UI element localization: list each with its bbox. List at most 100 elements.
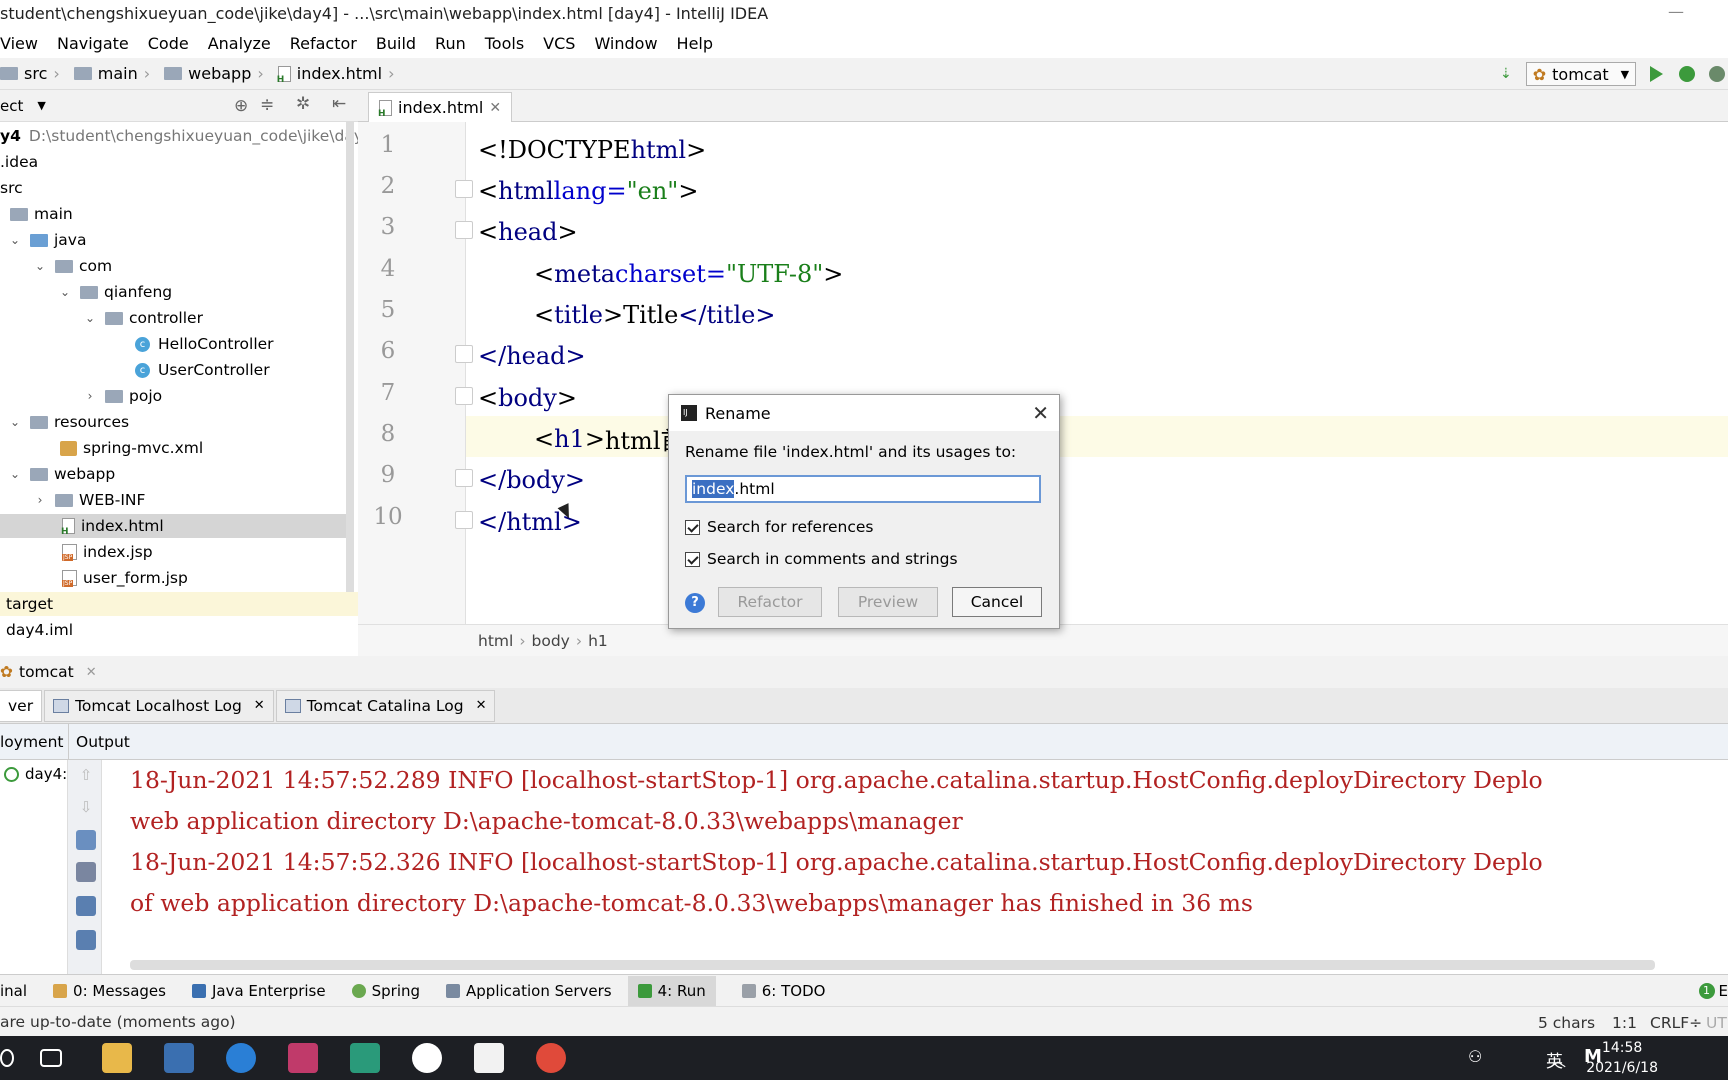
close-icon[interactable]: ✕ (489, 100, 501, 116)
project-scrollbar[interactable] (346, 122, 354, 592)
menu-vcs[interactable]: VCS (543, 34, 575, 53)
chevron-right-icon[interactable]: › (83, 389, 97, 403)
minimize-icon[interactable]: — (1668, 2, 1684, 21)
search-comments-checkbox[interactable]: Search in comments and strings (685, 550, 958, 568)
cancel-button[interactable]: Cancel (952, 587, 1042, 617)
tree-root[interactable]: y4 D:\student\chengshixueyuan_code\jike\d… (0, 124, 358, 148)
sort-icon[interactable]: ⇣ (1500, 66, 1512, 82)
deployment-item[interactable]: day4: (4, 762, 67, 786)
tree-item-web-inf[interactable]: › WEB-INF (33, 488, 146, 512)
tree-item-java[interactable]: ⌄ java (8, 228, 87, 252)
tree-item-webapp[interactable]: ⌄ webapp (8, 462, 115, 486)
fold-marker-icon[interactable] (455, 511, 473, 529)
trash-icon[interactable] (76, 930, 96, 950)
checkbox-checked-icon[interactable] (685, 519, 700, 535)
run-icon[interactable] (1650, 66, 1664, 82)
search-references-checkbox[interactable]: Search for references (685, 518, 874, 536)
nav-crumb-index-html[interactable]: index.html› (277, 64, 401, 85)
chrome-icon[interactable] (536, 1043, 566, 1073)
tool-spring[interactable]: Spring (351, 982, 420, 1000)
menu-refactor[interactable]: Refactor (290, 34, 357, 53)
menu-analyze[interactable]: Analyze (208, 34, 271, 53)
chevron-down-icon[interactable]: ⌄ (8, 233, 22, 247)
close-icon[interactable]: ✕ (476, 698, 487, 713)
gear-icon[interactable]: ✲ (296, 94, 310, 114)
close-icon[interactable]: ✕ (254, 698, 265, 713)
chevron-down-icon[interactable]: ⌄ (8, 415, 22, 429)
chevron-down-icon[interactable]: ▼ (37, 99, 45, 112)
debug-icon[interactable] (1679, 66, 1696, 82)
tab-index-html[interactable]: index.html✕ (368, 92, 513, 122)
tree-item-index-jsp[interactable]: index.jsp (62, 540, 153, 564)
store-icon[interactable] (164, 1043, 194, 1073)
breadcrumb-html[interactable]: html (478, 632, 513, 650)
tool-java-enterprise[interactable]: Java Enterprise (191, 982, 326, 1000)
intellij-icon[interactable] (288, 1043, 318, 1073)
tab-server[interactable]: ver (0, 689, 43, 722)
tree-item-resources[interactable]: ⌄ resources (8, 410, 129, 434)
tree-item-user-form-jsp[interactable]: user_form.jsp (62, 566, 188, 590)
tree-item-index-html[interactable]: index.html (0, 514, 346, 538)
search-icon[interactable] (0, 1049, 14, 1067)
nav-crumb-main[interactable]: main › (73, 64, 156, 83)
tab-tomcat-catalina-log[interactable]: Tomcat Catalina Log ✕ (275, 689, 496, 722)
fold-marker-icon[interactable] (455, 387, 473, 405)
tool-todo[interactable]: 6: TODO (741, 982, 825, 1000)
close-icon[interactable]: ✕ (1032, 401, 1049, 425)
print-icon[interactable] (76, 896, 96, 916)
hide-panel-icon[interactable]: ⇤ (332, 94, 346, 114)
chevron-down-icon[interactable]: ⌄ (83, 311, 97, 325)
tree-item-target[interactable]: target (0, 592, 358, 616)
event-log[interactable]: 1E (1698, 982, 1728, 1000)
menu-code[interactable]: Code (148, 34, 189, 53)
preview-button[interactable]: Preview (838, 587, 938, 617)
up-arrow-icon[interactable]: ⇧ (76, 766, 96, 786)
fold-marker-icon[interactable] (455, 180, 473, 198)
nav-crumb-webapp[interactable]: webapp › (164, 64, 270, 83)
new-name-input[interactable]: index .html (685, 475, 1041, 503)
soft-wrap-icon[interactable] (76, 830, 96, 850)
tool-terminal[interactable]: inal (0, 982, 27, 1000)
caret-position[interactable]: 1:1 (1612, 1014, 1637, 1032)
menu-window[interactable]: Window (594, 34, 657, 53)
collapse-all-icon[interactable]: ≑ (260, 95, 274, 115)
tree-item-src[interactable]: src (0, 176, 23, 200)
checkbox-checked-icon[interactable] (685, 551, 700, 567)
menu-run[interactable]: Run (435, 34, 466, 53)
scroll-to-end-icon[interactable] (76, 862, 96, 882)
tree-item-spring-mvc-xml[interactable]: spring-mvc.xml (60, 436, 203, 460)
menu-view[interactable]: View (0, 34, 38, 53)
tool-run[interactable]: 4: Run (627, 975, 716, 1006)
run-config-select[interactable]: ✿ tomcat ▼ (1525, 62, 1637, 86)
tree-item-controller[interactable]: ⌄ controller (83, 306, 203, 330)
coverage-icon[interactable] (1709, 66, 1726, 82)
locate-icon[interactable]: ⊕ (234, 96, 248, 116)
task-view-icon[interactable] (40, 1049, 62, 1067)
fold-marker-icon[interactable] (455, 345, 473, 363)
line-separator[interactable]: CRLF÷ (1650, 1014, 1702, 1032)
ime-indicator[interactable]: 英 (1546, 1047, 1563, 1072)
refactor-button[interactable]: Refactor (718, 587, 822, 617)
encoding[interactable]: UT (1706, 1014, 1727, 1032)
app-icon[interactable] (412, 1043, 442, 1073)
typora-icon[interactable] (474, 1043, 504, 1073)
tree-item-pojo[interactable]: › pojo (83, 384, 163, 408)
menu-navigate[interactable]: Navigate (57, 34, 129, 53)
tree-item-day4-iml[interactable]: day4.iml (6, 618, 73, 642)
tree-item-qianfeng[interactable]: ⌄ qianfeng (58, 280, 172, 304)
chevron-down-icon[interactable]: ⌄ (8, 467, 22, 481)
tool-messages[interactable]: 0: Messages (53, 982, 166, 1000)
nav-crumb-src[interactable]: src › (0, 64, 66, 83)
console-output[interactable]: 18-Jun-2021 14:57:52.289 INFO [localhost… (102, 760, 1728, 960)
chevron-right-icon[interactable]: › (33, 493, 47, 507)
tree-item-usercontroller[interactable]: c UserController (135, 358, 270, 382)
fold-marker-icon[interactable] (455, 221, 473, 239)
tree-item-hellocontroller[interactable]: c HelloController (135, 332, 274, 356)
edge-icon[interactable] (226, 1043, 256, 1073)
menu-help[interactable]: Help (677, 34, 713, 53)
chevron-down-icon[interactable]: ⌄ (33, 259, 47, 273)
tree-item-main[interactable]: main (10, 202, 73, 226)
menu-build[interactable]: Build (376, 34, 416, 53)
app-icon[interactable] (350, 1043, 380, 1073)
breadcrumb-body[interactable]: body (532, 632, 570, 650)
